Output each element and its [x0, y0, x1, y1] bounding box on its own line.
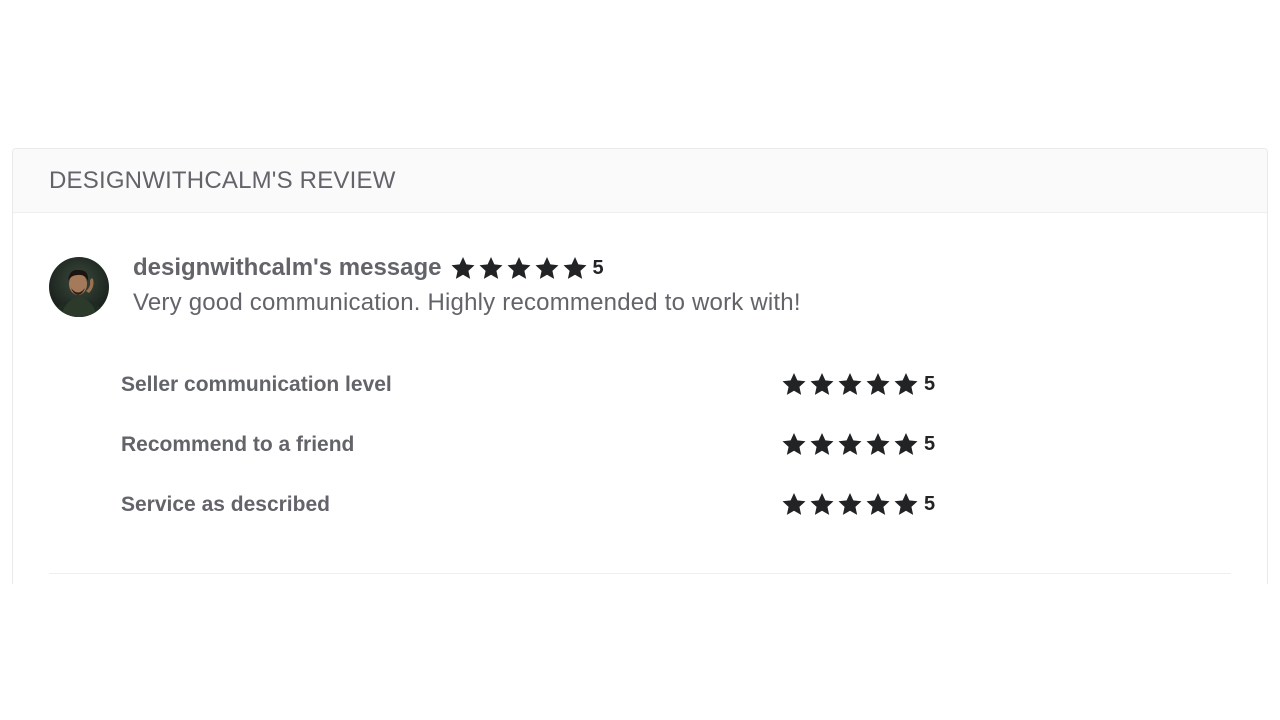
breakdown-label: Service as described	[121, 493, 330, 516]
breakdown-rating: 5	[781, 371, 935, 397]
breakdown-label: Recommend to a friend	[121, 433, 355, 456]
star-icon	[809, 491, 835, 517]
star-icon	[837, 431, 863, 457]
rating-breakdown: Seller communication level 5 Recommend t…	[121, 367, 941, 547]
rating-stars	[781, 491, 921, 517]
star-icon	[450, 255, 476, 281]
overall-rating-stars	[450, 255, 590, 281]
review-header: designwithcalm's message 5	[133, 253, 801, 283]
divider	[49, 573, 1231, 574]
breakdown-row-recommend: Recommend to a friend 5	[121, 427, 941, 487]
star-icon	[781, 431, 807, 457]
star-icon	[534, 255, 560, 281]
star-icon	[809, 431, 835, 457]
review-text: Very good communication. Highly recommen…	[133, 289, 801, 316]
rating-stars	[781, 431, 921, 457]
breakdown-label: Seller communication level	[121, 373, 392, 396]
review-entry: designwithcalm's message 5 Very good com…	[49, 254, 801, 317]
review-title: DESIGNWITHCALM'S REVIEW	[49, 166, 396, 194]
star-icon	[809, 371, 835, 397]
star-icon	[865, 371, 891, 397]
star-icon	[781, 491, 807, 517]
star-icon	[893, 491, 919, 517]
reviewer-message-label[interactable]: designwithcalm's message	[133, 254, 442, 282]
star-icon	[781, 371, 807, 397]
breakdown-rating: 5	[781, 491, 935, 517]
rating-value: 5	[924, 372, 936, 395]
star-icon	[865, 431, 891, 457]
avatar[interactable]	[49, 257, 109, 317]
star-icon	[893, 371, 919, 397]
breakdown-row-service: Service as described 5	[121, 487, 941, 547]
star-icon	[562, 255, 588, 281]
review-card-header: DESIGNWITHCALM'S REVIEW	[13, 149, 1267, 213]
review-card: DESIGNWITHCALM'S REVIEW designwithcalm's…	[12, 148, 1268, 584]
overall-rating-value: 5	[592, 256, 604, 279]
rating-value: 5	[924, 432, 936, 455]
star-icon	[506, 255, 532, 281]
star-icon	[865, 491, 891, 517]
breakdown-rating: 5	[781, 431, 935, 457]
star-icon	[893, 431, 919, 457]
star-icon	[478, 255, 504, 281]
review-body: designwithcalm's message 5 Very good com…	[133, 253, 801, 317]
star-icon	[837, 371, 863, 397]
rating-value: 5	[924, 492, 936, 515]
star-icon	[837, 491, 863, 517]
breakdown-row-communication: Seller communication level 5	[121, 367, 941, 427]
rating-stars	[781, 371, 921, 397]
